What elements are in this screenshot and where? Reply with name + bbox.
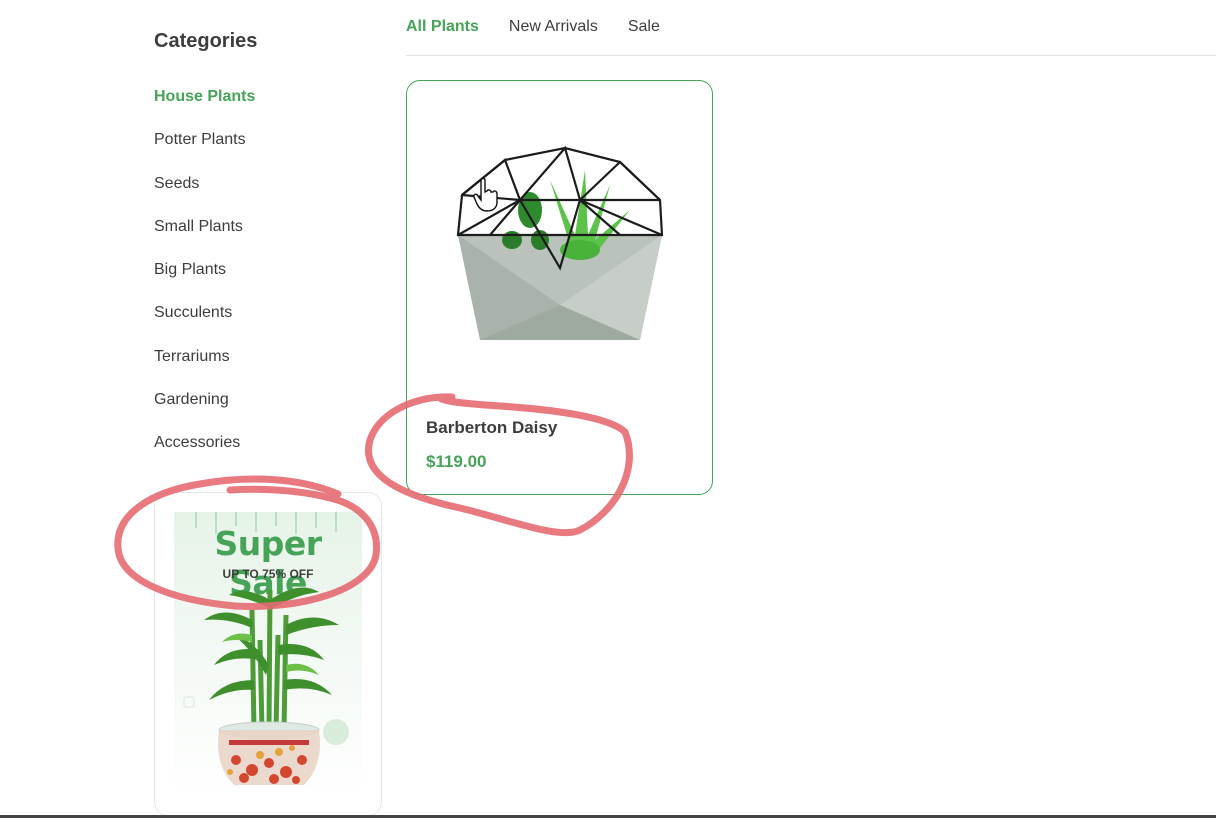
tab-new-arrivals[interactable]: New Arrivals bbox=[509, 18, 598, 36]
category-list: House Plants Potter Plants Seeds Small P… bbox=[154, 86, 354, 476]
categories-title: Categories bbox=[154, 30, 258, 52]
category-succulents[interactable]: Succulents bbox=[154, 302, 354, 345]
hand-cursor-icon bbox=[473, 178, 498, 212]
terrarium-product-image[interactable] bbox=[450, 140, 670, 360]
product-price: $119.00 bbox=[426, 452, 487, 471]
sale-banner-subtitle: UP TO 75% OFF bbox=[222, 567, 314, 581]
filter-tabs: All Plants New Arrivals Sale bbox=[406, 18, 660, 36]
tab-sale[interactable]: Sale bbox=[628, 18, 660, 36]
category-accessories[interactable]: Accessories bbox=[154, 432, 354, 475]
tabs-divider bbox=[406, 55, 1216, 56]
category-potter-plants[interactable]: Potter Plants bbox=[154, 129, 354, 172]
category-house-plants[interactable]: House Plants bbox=[154, 86, 354, 129]
product-name[interactable]: Barberton Daisy bbox=[426, 418, 557, 438]
category-gardening[interactable]: Gardening bbox=[154, 389, 354, 432]
lucky-bamboo-image bbox=[204, 587, 339, 785]
category-small-plants[interactable]: Small Plants bbox=[154, 216, 354, 259]
category-big-plants[interactable]: Big Plants bbox=[154, 259, 354, 302]
category-terrariums[interactable]: Terrariums bbox=[154, 346, 354, 389]
tab-all-plants[interactable]: All Plants bbox=[406, 18, 479, 36]
category-seeds[interactable]: Seeds bbox=[154, 173, 354, 216]
